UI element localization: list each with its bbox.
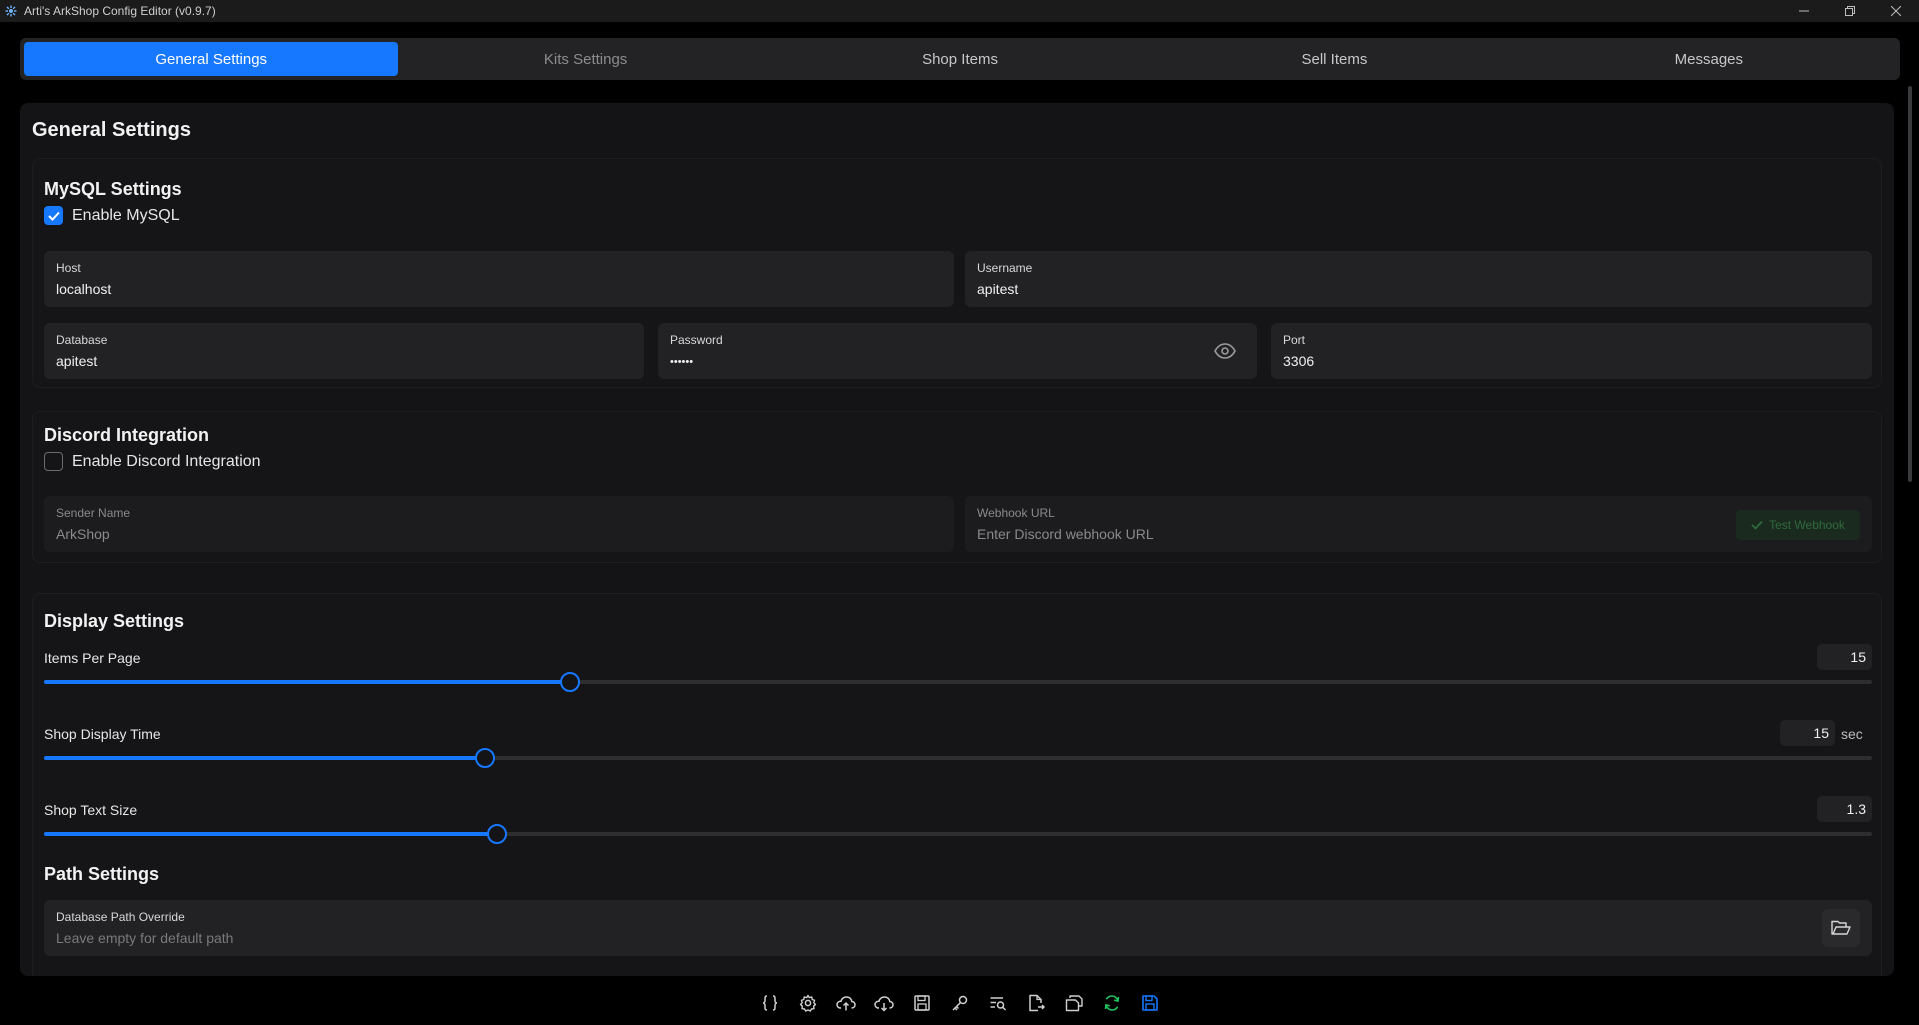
port-value: 3306	[1283, 353, 1315, 369]
tab-general-settings[interactable]: General Settings	[24, 42, 399, 76]
username-field[interactable]: Username apitest	[965, 251, 1872, 307]
username-label: Username	[977, 261, 1033, 275]
test-webhook-label: Test Webhook	[1769, 518, 1845, 532]
database-path-field[interactable]: Database Path Override Leave empty for d…	[44, 900, 1872, 956]
host-value: localhost	[56, 281, 112, 297]
webhook-url-label: Webhook URL	[977, 506, 1055, 520]
shop-display-time-input[interactable]: 15	[1780, 720, 1835, 746]
shop-text-size-slider[interactable]	[44, 824, 1872, 844]
save-icon[interactable]	[1131, 985, 1169, 1021]
window-title: Arti's ArkShop Config Editor (v0.9.7)	[24, 4, 216, 18]
shop-display-time-label: Shop Display Time	[44, 726, 161, 742]
host-label: Host	[56, 261, 81, 275]
bottom-toolbar	[0, 980, 1919, 1025]
database-label: Database	[56, 333, 108, 347]
tab-sell-items[interactable]: Sell Items	[1147, 42, 1521, 76]
shop-display-time-unit: sec	[1841, 726, 1863, 742]
page-title: General Settings	[32, 119, 191, 141]
tab-shop-items[interactable]: Shop Items	[773, 42, 1147, 76]
browse-folder-button[interactable]	[1822, 909, 1860, 947]
display-section-title: Display Settings	[44, 611, 185, 631]
password-value: ••••••	[670, 356, 694, 368]
database-field[interactable]: Database apitest	[44, 323, 644, 379]
enable-mysql-label: Enable MySQL	[72, 206, 180, 224]
webhook-url-field[interactable]: Webhook URL Enter Discord webhook URL Te…	[965, 496, 1872, 552]
folder-open-icon	[1831, 920, 1851, 935]
sender-name-value: ArkShop	[56, 526, 110, 542]
title-bar: Arti's ArkShop Config Editor (v0.9.7)	[0, 0, 1919, 22]
items-per-page-input[interactable]: 15	[1817, 644, 1872, 670]
save-disk-icon[interactable]	[903, 985, 941, 1021]
app-logo-icon	[4, 4, 18, 18]
items-per-page-fill	[44, 680, 571, 684]
gear-icon[interactable]	[789, 985, 827, 1021]
path-section-title: Path Settings	[44, 864, 160, 884]
enable-mysql-row[interactable]: Enable MySQL	[44, 206, 180, 225]
shop-text-size-thumb[interactable]	[487, 824, 508, 844]
search-list-icon[interactable]	[979, 985, 1017, 1021]
enable-discord-checkbox[interactable]	[44, 452, 63, 471]
cloud-upload-icon[interactable]	[827, 985, 865, 1021]
close-button[interactable]	[1873, 0, 1919, 22]
minimize-button[interactable]	[1781, 0, 1827, 22]
enable-discord-label: Enable Discord Integration	[72, 452, 261, 470]
port-label: Port	[1283, 333, 1306, 347]
port-field[interactable]: Port 3306	[1271, 323, 1872, 379]
copy-files-icon[interactable]	[1055, 985, 1093, 1021]
shop-display-time-thumb[interactable]	[474, 748, 495, 768]
display-section: Display Settings Items Per Page 15 Shop …	[32, 593, 1882, 976]
items-per-page-slider[interactable]	[44, 672, 1872, 692]
password-label: Password	[670, 333, 723, 347]
mysql-section-title: MySQL Settings	[44, 179, 182, 199]
tab-kits-settings[interactable]: Kits Settings	[398, 42, 772, 76]
webhook-url-placeholder: Enter Discord webhook URL	[977, 526, 1154, 542]
items-per-page-thumb[interactable]	[560, 672, 581, 692]
sender-name-label: Sender Name	[56, 506, 131, 520]
main-tab-bar: General Settings Kits Settings Shop Item…	[20, 38, 1900, 80]
items-per-page-label: Items Per Page	[44, 650, 141, 666]
sender-name-field[interactable]: Sender Name ArkShop	[44, 496, 954, 552]
enable-mysql-checkbox[interactable]	[44, 206, 63, 225]
mysql-section: MySQL Settings Enable MySQL Host localho…	[32, 158, 1882, 388]
braces-icon[interactable]	[751, 985, 789, 1021]
show-password-icon[interactable]	[1213, 339, 1237, 363]
shop-display-time-slider[interactable]	[44, 748, 1872, 768]
shop-text-size-label: Shop Text Size	[44, 802, 138, 818]
tab-messages[interactable]: Messages	[1522, 42, 1896, 76]
database-value: apitest	[56, 353, 98, 369]
shop-text-size-fill	[44, 832, 498, 836]
cloud-download-icon[interactable]	[865, 985, 903, 1021]
host-field[interactable]: Host localhost	[44, 251, 954, 307]
discord-section-title: Discord Integration	[44, 425, 210, 445]
check-icon	[47, 211, 60, 221]
sync-icon[interactable]	[1093, 985, 1131, 1021]
username-value: apitest	[977, 281, 1019, 297]
database-path-label: Database Path Override	[56, 910, 185, 924]
test-webhook-button[interactable]: Test Webhook	[1736, 510, 1860, 540]
password-field[interactable]: Password ••••••	[658, 323, 1257, 379]
key-icon[interactable]	[941, 985, 979, 1021]
database-path-placeholder: Leave empty for default path	[56, 930, 234, 946]
general-settings-panel: General Settings MySQL Settings Enable M…	[20, 103, 1894, 976]
shop-display-time-fill	[44, 756, 485, 760]
discord-section: Discord Integration Enable Discord Integ…	[32, 411, 1882, 563]
file-export-icon[interactable]	[1017, 985, 1055, 1021]
check-icon	[1751, 520, 1763, 530]
enable-discord-row[interactable]: Enable Discord Integration	[44, 452, 261, 471]
restore-button[interactable]	[1827, 0, 1873, 22]
shop-text-size-input[interactable]: 1.3	[1817, 796, 1872, 822]
vertical-scrollbar[interactable]	[1908, 86, 1912, 482]
